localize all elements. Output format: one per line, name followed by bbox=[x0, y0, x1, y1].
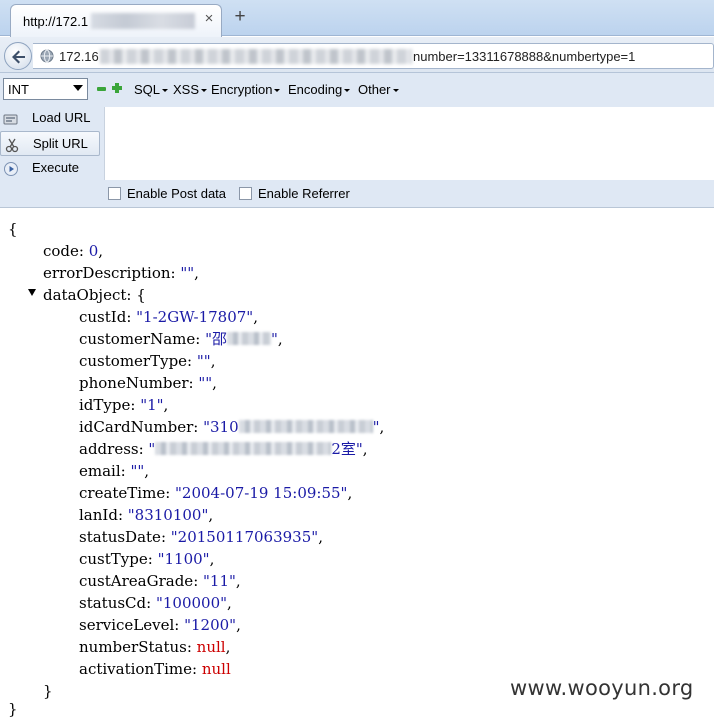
split-url-label: Split URL bbox=[33, 136, 88, 151]
redacted-value bbox=[155, 442, 332, 455]
tab-strip: http://172.1 × + bbox=[0, 0, 714, 37]
back-arrow-icon bbox=[12, 50, 25, 64]
new-tab-button[interactable]: + bbox=[232, 7, 248, 26]
json-line-custid: custId: "1-2GW-17807", bbox=[79, 308, 258, 326]
json-line-custtype: custType: "1100", bbox=[79, 550, 215, 568]
json-line-servicelevel: serviceLevel: "1200", bbox=[79, 616, 241, 634]
json-line-customertype: customerType: "", bbox=[79, 352, 216, 370]
enable-post-checkbox[interactable] bbox=[108, 187, 121, 200]
json-close-brace: } bbox=[8, 700, 18, 718]
redacted-value bbox=[227, 332, 271, 345]
json-line-statusdate: statusDate: "20150117063935", bbox=[79, 528, 323, 546]
menu-xss[interactable]: XSS bbox=[173, 82, 208, 97]
collapse-toggle-icon[interactable] bbox=[28, 289, 36, 296]
json-line-phonenumber: phoneNumber: "", bbox=[79, 374, 217, 392]
chevron-down-icon bbox=[73, 85, 83, 91]
browser-tab[interactable]: http://172.1 × bbox=[10, 4, 222, 37]
json-open-brace: { bbox=[8, 220, 18, 238]
json-line-idcardnumber: idCardNumber: "310 ", bbox=[79, 418, 385, 436]
load-url-label: Load URL bbox=[32, 110, 91, 125]
enable-referrer-label: Enable Referrer bbox=[258, 186, 350, 201]
json-line-errordescription: errorDescription: "", bbox=[43, 264, 199, 282]
navigation-bar: 172.16 number=13311678888&numbertype=1 bbox=[0, 37, 714, 73]
json-line-address: address: " 2室", bbox=[79, 440, 368, 458]
url-text-suffix: number=13311678888&numbertype=1 bbox=[413, 49, 636, 64]
tab-title-redacted bbox=[91, 13, 195, 29]
json-line-dataobject: dataObject: { bbox=[43, 286, 146, 304]
load-url-button[interactable]: Load URL bbox=[0, 106, 100, 131]
hackbar-panel: Load URL Split URL Execute Enable Post d… bbox=[0, 106, 714, 208]
load-url-icon bbox=[3, 114, 18, 125]
json-line-email: email: "", bbox=[79, 462, 150, 480]
redacted-value bbox=[238, 420, 373, 433]
url-textarea[interactable] bbox=[104, 107, 714, 180]
menu-encoding[interactable]: Encoding bbox=[288, 82, 351, 97]
execute-label: Execute bbox=[32, 160, 79, 175]
plus-icon[interactable] bbox=[112, 83, 122, 93]
json-line-activationtime: activationTime: null bbox=[79, 660, 231, 678]
url-text-prefix: 172.16 bbox=[59, 49, 99, 64]
json-line-customername: customerName: "邵 ", bbox=[79, 330, 283, 348]
json-line-statuscd: statusCd: "100000", bbox=[79, 594, 232, 612]
type-select-value: INT bbox=[8, 82, 29, 97]
url-redacted bbox=[100, 49, 412, 64]
watermark: www.wooyun.org bbox=[510, 676, 694, 700]
back-button[interactable] bbox=[4, 42, 32, 70]
split-url-icon bbox=[5, 138, 19, 153]
json-line-code: code: 0, bbox=[43, 242, 104, 260]
json-line-idtype: idType: "1", bbox=[79, 396, 169, 414]
tab-title: http://172.1 bbox=[23, 14, 89, 29]
execute-button[interactable]: Execute bbox=[0, 156, 100, 181]
type-select[interactable]: INT bbox=[3, 78, 88, 100]
json-line-createtime: createTime: "2004-07-19 15:09:55", bbox=[79, 484, 353, 502]
menu-other[interactable]: Other bbox=[358, 82, 399, 97]
json-line-lanid: lanId: "8310100", bbox=[79, 506, 214, 524]
enable-referrer-checkbox[interactable] bbox=[239, 187, 252, 200]
tab-close-icon[interactable]: × bbox=[202, 11, 216, 26]
menu-sql[interactable]: SQL bbox=[134, 82, 169, 97]
split-url-button[interactable]: Split URL bbox=[0, 131, 100, 156]
enable-post-label: Enable Post data bbox=[127, 186, 227, 201]
json-line-numberstatus: numberStatus: null, bbox=[79, 638, 231, 656]
json-dataobject-close: } bbox=[43, 682, 53, 700]
address-bar[interactable]: 172.16 number=13311678888&numbertype=1 bbox=[33, 43, 714, 69]
execute-icon bbox=[4, 162, 18, 176]
json-viewer: { code: 0, errorDescription: "", dataObj… bbox=[0, 208, 714, 718]
minus-icon[interactable] bbox=[97, 87, 106, 91]
menu-encryption[interactable]: Encryption bbox=[211, 82, 281, 97]
hackbar-toolbar: INT SQL XSS Encryption Encoding Other bbox=[0, 73, 714, 106]
json-line-custareagrade: custAreaGrade: "11", bbox=[79, 572, 241, 590]
globe-icon bbox=[40, 49, 54, 63]
